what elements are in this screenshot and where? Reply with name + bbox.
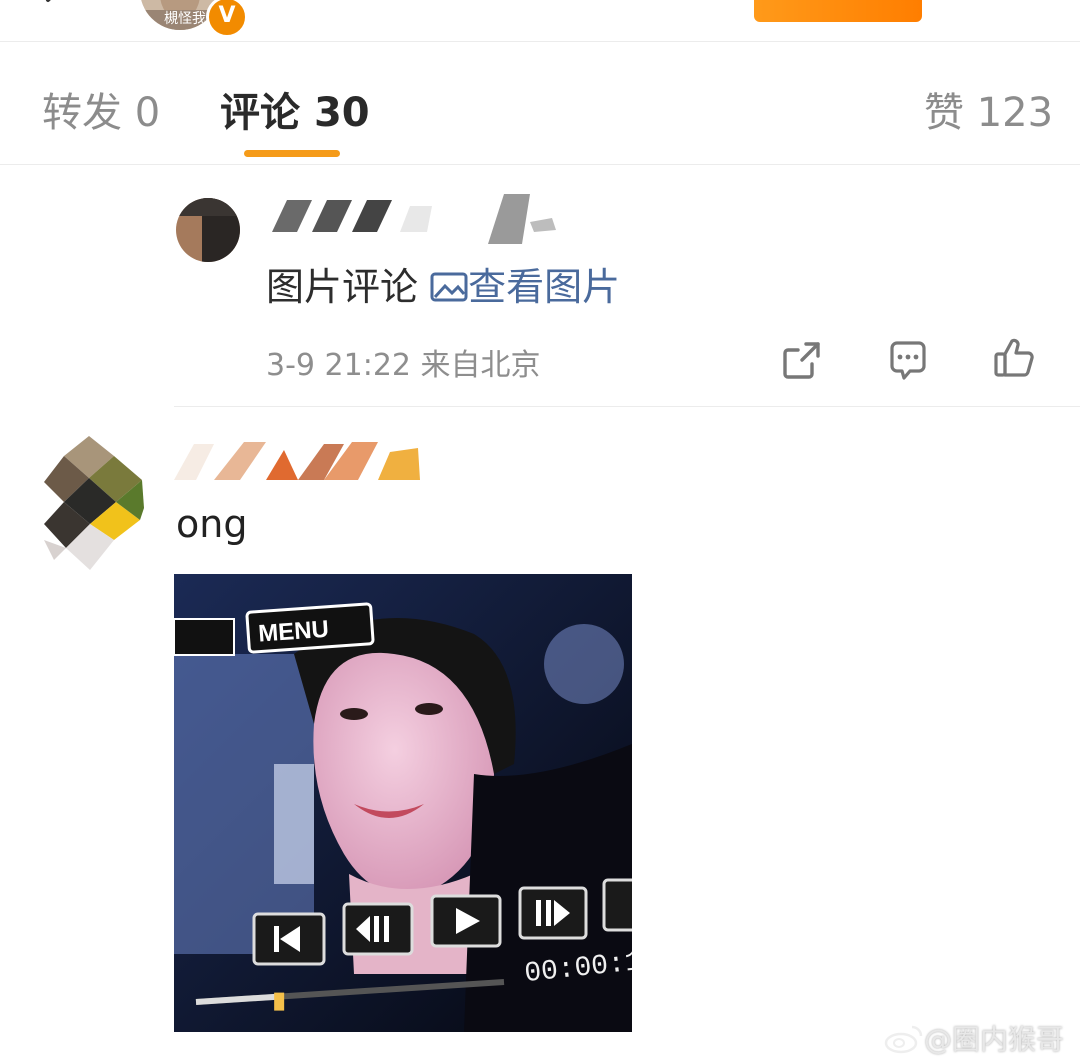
tab-count: 0 [134, 90, 161, 136]
verified-badge-icon: V [206, 0, 248, 38]
header-divider [0, 41, 1080, 42]
comment-body: 图片评论 [266, 265, 419, 309]
comment-time: 3-9 21:22 [266, 348, 411, 383]
comment-divider [174, 406, 1080, 407]
active-tab-indicator [244, 150, 340, 157]
share-icon[interactable] [780, 338, 824, 382]
tab-count: 123 [976, 90, 1054, 136]
follow-button[interactable] [754, 0, 922, 22]
avatar-hair [176, 198, 240, 216]
view-image-label: 查看图片 [468, 265, 621, 309]
tab-label: 赞 [924, 90, 964, 136]
comment-location: 来自北京 [420, 348, 541, 383]
tab-label: 转发 [42, 90, 122, 136]
tab-repost[interactable]: 转发 0 [42, 80, 160, 138]
watermark-text: @圈内猴哥 [924, 1023, 1065, 1056]
image-icon [430, 272, 468, 302]
commenter-avatar[interactable] [176, 198, 240, 262]
view-image-link[interactable]: 查看图片 [430, 265, 620, 309]
tab-label: 评论 [220, 90, 300, 136]
tab-comments[interactable]: 评论 30 [220, 80, 370, 138]
weibo-logo-icon [884, 1025, 923, 1054]
comment-image[interactable]: MENU 00:00:10 [174, 574, 632, 1032]
watermark: @圈内猴哥 [884, 1018, 1064, 1058]
player-menu-label: MENU [257, 616, 329, 648]
comment-meta: 3-9 21:22 来自北京 [266, 340, 541, 384]
tab-likes[interactable]: 赞 123 [924, 80, 1053, 138]
avatar-tag: 槻怪我 [164, 11, 206, 27]
commenter-avatar[interactable] [44, 436, 144, 570]
chevron-left-icon[interactable] [40, 0, 68, 14]
tabs-divider [0, 164, 1080, 165]
comment-icon[interactable] [886, 338, 930, 382]
comment-text: ong [176, 502, 248, 546]
like-icon[interactable] [992, 336, 1036, 380]
redacted-username[interactable] [252, 192, 562, 244]
tab-count: 30 [313, 90, 370, 136]
comment-text: 图片评论 查看图片 [266, 256, 620, 311]
redacted-username[interactable] [174, 436, 424, 484]
